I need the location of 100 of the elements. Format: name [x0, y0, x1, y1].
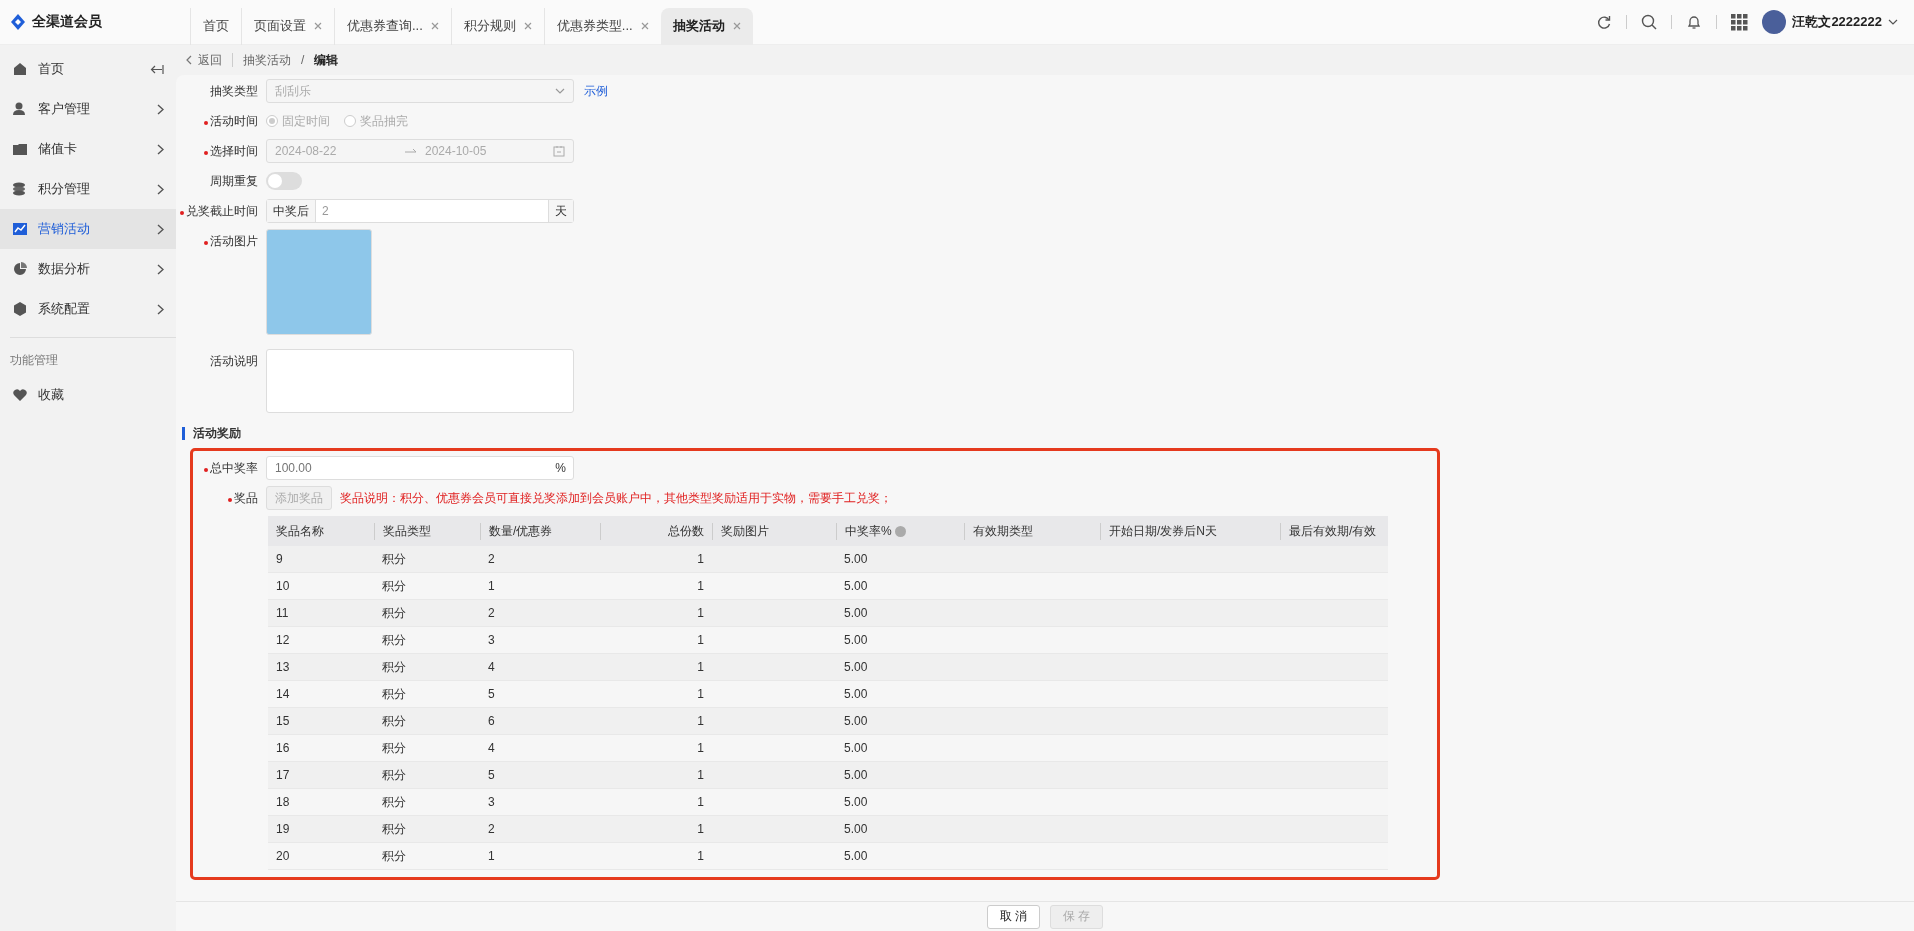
help-icon: [894, 525, 906, 537]
toggle-switch[interactable]: [266, 172, 302, 190]
table-cell-text: 1: [696, 768, 705, 782]
table-cell-text: 积分: [381, 604, 407, 622]
table-cell-text: 1: [696, 660, 705, 674]
column-header: 最后有效期/有效: [1280, 522, 1388, 540]
sidebar-section-title: 功能管理: [9, 352, 59, 369]
table-cell-text: 积分: [381, 793, 407, 811]
sidebar-item[interactable]: 客户管理: [0, 89, 176, 129]
table-cell-text: 1: [487, 579, 496, 593]
sidebar-item[interactable]: 数据分析: [0, 249, 176, 289]
table-cell-text: 积分: [381, 847, 407, 865]
table-cell-text: 19: [275, 822, 291, 836]
table-cell-text: 积分: [381, 631, 407, 649]
table-cell-text: 5: [487, 768, 496, 782]
table-cell-text: 5.00: [843, 552, 869, 566]
table-cell-text: 5.00: [843, 741, 869, 755]
table-cell-text: 1: [696, 633, 705, 647]
sidebar-item[interactable]: 收藏: [0, 375, 176, 415]
table-cell-text: 4: [487, 660, 496, 674]
table-cell-text: 积分: [381, 712, 407, 730]
table-cell-text: 5.00: [843, 606, 869, 620]
back-link[interactable]: 返回: [186, 51, 222, 69]
chevron-right-icon: [157, 223, 164, 235]
field-label: 活动说明: [210, 354, 258, 368]
avatar[interactable]: [1762, 10, 1787, 34]
table-cell-text: 20: [275, 849, 291, 863]
table-cell-text: 积分: [381, 577, 407, 595]
close-icon: [523, 22, 532, 30]
chevron-right-icon: [157, 143, 164, 155]
breadcrumb-item: 编辑: [314, 51, 339, 69]
field-label: 周期重复: [210, 174, 258, 188]
prize-note: 奖品说明：积分、优惠券会员可直接兑奖添加到会员账户中，其他类型奖励适用于实物，需要手工兑奖；: [340, 490, 892, 507]
table-cell-text: 9: [275, 552, 284, 566]
table-cell-text: 10: [275, 579, 291, 593]
cancel-button[interactable]: 取 消: [986, 904, 1040, 929]
field-label: 活动图片: [204, 234, 258, 248]
sidebar-item[interactable]: 积分管理: [0, 169, 176, 209]
table-cell-text: 4: [487, 741, 496, 755]
column-header: 总份数: [600, 522, 712, 540]
table-cell-text: 1: [696, 741, 705, 755]
table-cell-text: 14: [275, 687, 291, 701]
breadcrumb-item[interactable]: 抽奖活动: [243, 51, 291, 69]
required-dot-icon: [204, 468, 208, 472]
table-cell-text: 1: [696, 606, 705, 620]
sidebar-item[interactable]: 营销活动: [0, 209, 176, 249]
tab[interactable]: 优惠券查询...: [334, 7, 451, 45]
tab[interactable]: 积分规则: [450, 7, 544, 45]
table-cell-text: 5.00: [843, 579, 869, 593]
table-cell-text: 2: [487, 606, 496, 620]
logo-icon: [10, 13, 26, 31]
tab[interactable]: 首页: [190, 7, 241, 45]
section-title: 活动奖励: [193, 425, 241, 442]
tab[interactable]: 优惠券类型...: [543, 7, 661, 45]
column-header: 有效期类型: [964, 522, 1100, 540]
column-header: 奖品名称: [275, 522, 325, 540]
example-link[interactable]: 示例: [584, 79, 608, 103]
table-cell-text: 积分: [381, 658, 407, 676]
required-dot-icon: [204, 151, 208, 155]
tab[interactable]: 页面设置: [241, 7, 334, 45]
user-name[interactable]: 汪乾文2222222: [1792, 13, 1882, 31]
required-dot-icon: [204, 121, 208, 125]
tab[interactable]: 抽奖活动: [660, 7, 753, 45]
table-cell-text: 积分: [381, 820, 407, 838]
table-cell-text: 13: [275, 660, 291, 674]
table-cell-text: 5.00: [843, 714, 869, 728]
sidebar-item[interactable]: 首页: [0, 49, 176, 89]
sidebar-item[interactable]: 系统配置: [0, 289, 176, 329]
table-cell-text: 16: [275, 741, 291, 755]
heart-icon: [12, 387, 28, 403]
hexagon-icon: [12, 301, 28, 317]
close-icon: [314, 22, 322, 30]
required-dot-icon: [228, 498, 232, 502]
field-label: 奖品: [228, 491, 258, 505]
table-cell-text: 17: [275, 768, 291, 782]
pie-chart-icon: [12, 261, 28, 277]
chevron-right-icon: [157, 183, 164, 195]
table-cell-text: 5.00: [843, 687, 869, 701]
field-label: 选择时间: [204, 144, 258, 158]
table-cell-text: 积分: [381, 766, 407, 784]
close-icon: [732, 22, 741, 30]
table-cell-text: 积分: [381, 739, 407, 757]
chevron-right-icon: [157, 303, 164, 315]
column-header: 中奖率%: [836, 522, 964, 540]
percent-unit: %: [555, 461, 566, 475]
calendar-icon: [553, 145, 565, 157]
table-cell-text: 1: [696, 687, 705, 701]
sidebar-item[interactable]: 储值卡: [0, 129, 176, 169]
table-cell-text: 积分: [381, 550, 407, 568]
input-field[interactable]: 中奖后 2 天: [266, 199, 574, 223]
column-header: 奖品类型: [374, 522, 480, 540]
close-icon: [640, 22, 649, 30]
home-icon: [12, 61, 28, 77]
table-cell-text: 3: [487, 633, 496, 647]
required-dot-icon: [204, 241, 208, 245]
text-area[interactable]: [266, 349, 574, 413]
column-header: 奖励图片: [712, 522, 836, 540]
table-cell-text: 5.00: [843, 768, 869, 782]
table-cell-text: 18: [275, 795, 291, 809]
chevron-left-icon: [186, 55, 192, 65]
